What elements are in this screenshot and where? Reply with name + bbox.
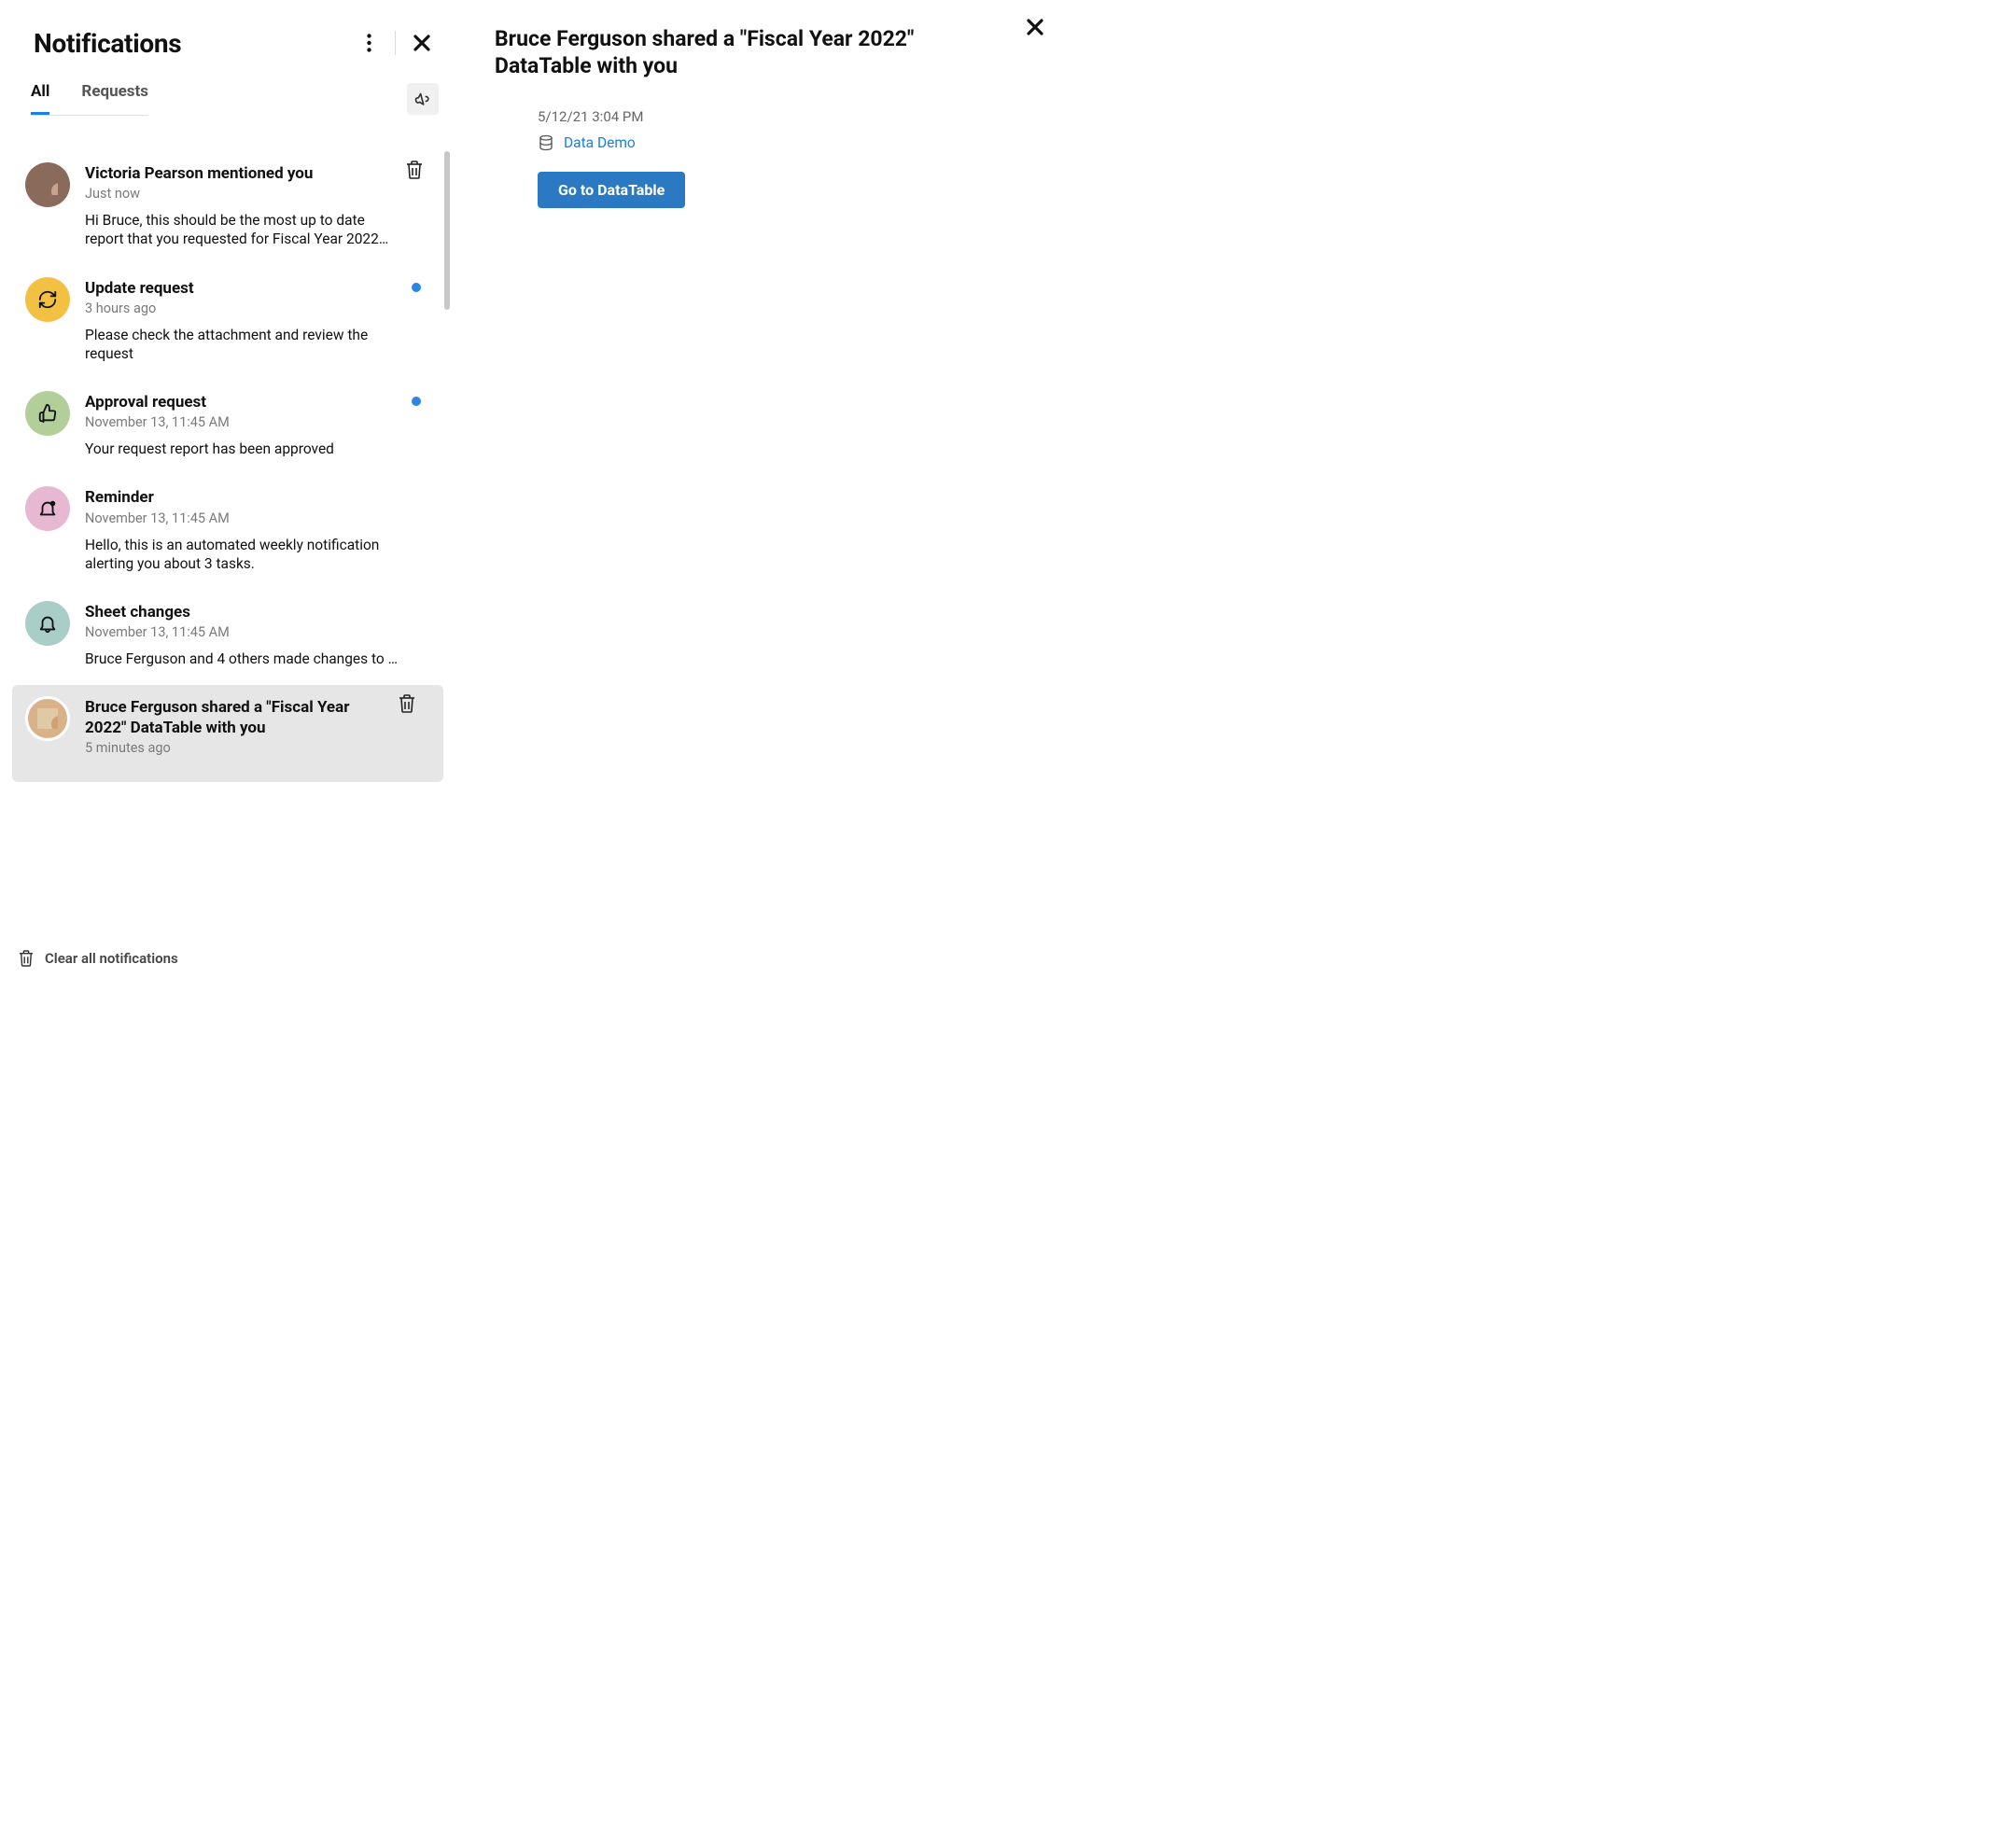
notification-body: Bruce Ferguson and 4 others made changes… [85,650,430,668]
avatar [25,162,70,207]
more-options-button[interactable] [352,26,385,60]
notification-time: November 13, 11:45 AM [85,414,430,430]
detail-timestamp: 5/12/21 3:04 PM [538,108,1043,125]
unread-indicator [412,283,421,292]
notification-title: Victoria Pearson mentioned you [85,164,430,184]
notification-item[interactable]: Approval request November 13, 11:45 AM Y… [12,380,443,475]
notification-title: Bruce Ferguson shared a "Fiscal Year 202… [85,698,430,738]
notification-item[interactable]: Victoria Pearson mentioned you Just now … [12,151,443,266]
close-detail-button[interactable] [1027,19,1043,39]
datatable-icon [538,134,554,151]
delete-notification-button[interactable] [406,161,423,183]
reminder-bell-icon [37,498,58,519]
notification-body: Hello, this is an automated weekly notif… [85,536,430,573]
notification-body: Your request report has been approved [85,440,430,458]
notifications-list: Victoria Pearson mentioned you Just now … [0,151,455,819]
page-title: Notifications [34,28,352,59]
unread-indicator [412,397,421,406]
notification-title: Reminder [85,488,430,508]
notification-title: Approval request [85,393,430,412]
clear-all-label: Clear all notifications [45,950,178,967]
thumbs-up-icon [37,403,58,424]
tabs-underline [31,115,148,116]
tab-all[interactable]: All [31,82,49,115]
megaphone-icon [413,90,432,108]
avatar [25,601,70,646]
notification-detail-panel: Bruce Ferguson shared a "Fiscal Year 202… [455,0,1075,984]
announcements-button[interactable] [407,83,439,115]
user-photo-placeholder-icon [37,175,58,195]
clear-all-button[interactable]: Clear all notifications [19,950,178,967]
detail-link[interactable]: Data Demo [564,134,636,151]
tabs-row: All Requests [0,69,455,116]
delete-notification-button[interactable] [399,694,415,717]
detail-title: Bruce Ferguson shared a "Fiscal Year 202… [495,26,1008,80]
notification-title: Update request [85,279,430,299]
close-panel-button[interactable] [405,26,439,60]
notification-time: 3 hours ago [85,300,430,316]
tab-requests[interactable]: Requests [81,82,148,115]
trash-icon [19,950,34,967]
notification-item[interactable]: Reminder November 13, 11:45 AM Hello, th… [12,475,443,590]
avatar [25,391,70,436]
user-photo-placeholder-icon [37,708,58,729]
notification-time: Just now [85,186,430,202]
refresh-icon [37,289,58,310]
more-vertical-icon [367,34,371,52]
notifications-panel: Notifications All Requests [0,0,455,984]
avatar [25,277,70,322]
notification-body: Hi Bruce, this should be the most up to … [85,211,430,248]
close-icon [1027,19,1043,35]
vertical-separator [395,31,396,55]
notifications-list-wrap: Victoria Pearson mentioned you Just now … [0,151,455,984]
scrollbar-thumb[interactable] [444,151,450,310]
notification-time: 5 minutes ago [85,740,430,756]
notification-time: November 13, 11:45 AM [85,510,430,526]
go-to-datatable-button[interactable]: Go to DataTable [538,172,685,208]
notification-item[interactable]: Update request 3 hours ago Please check … [12,266,443,381]
notification-body: Please check the attachment and review t… [85,326,430,363]
notification-item-selected[interactable]: Bruce Ferguson shared a "Fiscal Year 202… [12,685,443,782]
trash-icon [399,694,415,713]
notification-item[interactable]: Sheet changes November 13, 11:45 AM Bruc… [12,590,443,685]
notification-time: November 13, 11:45 AM [85,624,430,640]
notification-title: Sheet changes [85,603,430,622]
avatar [25,696,70,741]
trash-icon [406,161,423,179]
bell-icon [37,613,58,634]
close-icon [413,35,430,51]
avatar [25,486,70,531]
notifications-header: Notifications [0,17,455,69]
